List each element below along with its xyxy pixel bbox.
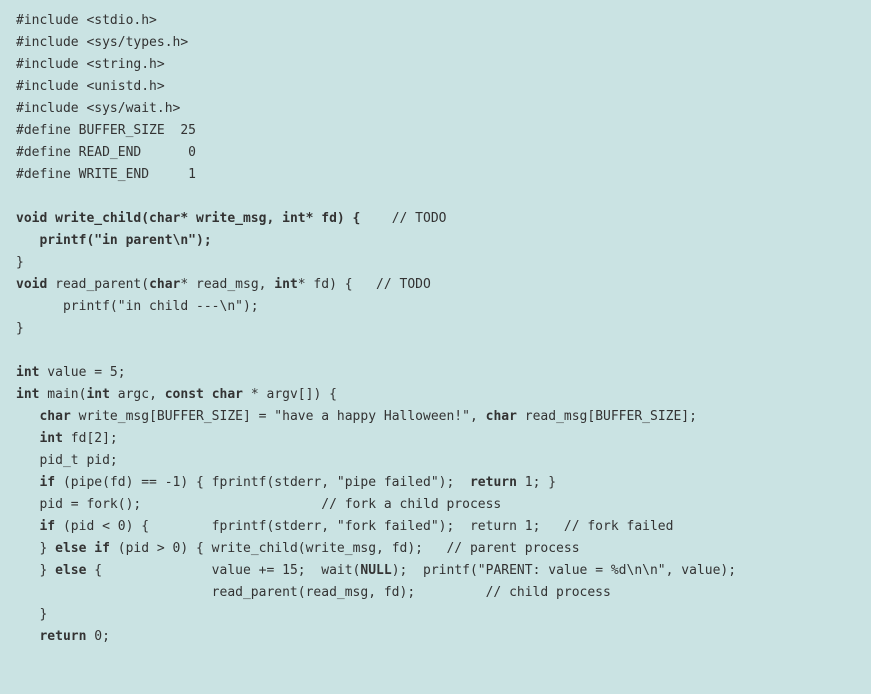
- code-line: #include <unistd.h>: [16, 79, 165, 94]
- keyword-if: if: [16, 475, 55, 490]
- code-text: * fd) { // TODO: [298, 277, 431, 292]
- function-decl: write_child(char* write_msg, int* fd) {: [47, 211, 360, 226]
- code-line: }: [16, 607, 47, 622]
- code-line: int value = 5;: [16, 365, 126, 380]
- keyword-if: if: [16, 519, 55, 534]
- code-line: read_parent(read_msg, fd); // child proc…: [16, 585, 611, 600]
- code-line: }: [16, 255, 24, 270]
- keyword-else: else: [55, 563, 86, 578]
- code-text: fd[2];: [63, 431, 118, 446]
- code-line: void read_parent(char* read_msg, int* fd…: [16, 277, 431, 292]
- code-line: } else if (pid > 0) { write_child(write_…: [16, 541, 580, 556]
- keyword-int: int: [16, 387, 39, 402]
- code-line: return 0;: [16, 629, 110, 644]
- code-text: }: [16, 541, 55, 556]
- keyword-char: char: [16, 409, 71, 424]
- code-text: (pipe(fd) == -1) { fprintf(stderr, "pipe…: [55, 475, 470, 490]
- code-line: void write_child(char* write_msg, int* f…: [16, 211, 446, 226]
- keyword-char: char: [486, 409, 517, 424]
- code-text: 0;: [86, 629, 109, 644]
- code-text: read_parent(: [47, 277, 149, 292]
- code-text: (pid < 0) { fprintf(stderr, "fork failed…: [55, 519, 673, 534]
- code-line: #define WRITE_END 1: [16, 167, 196, 182]
- keyword-null: NULL: [360, 563, 391, 578]
- code-line: #define READ_END 0: [16, 145, 196, 160]
- code-line: #include <string.h>: [16, 57, 165, 72]
- keyword-void: void: [16, 277, 47, 292]
- code-line: printf("in parent\n");: [16, 233, 212, 248]
- keyword-int: int: [86, 387, 109, 402]
- code-line: if (pipe(fd) == -1) { fprintf(stderr, "p…: [16, 475, 556, 490]
- code-text: (pid > 0) { write_child(write_msg, fd); …: [110, 541, 580, 556]
- code-line: pid_t pid;: [16, 453, 118, 468]
- code-line: } else { value += 15; wait(NULL); printf…: [16, 563, 736, 578]
- keyword-else-if: else if: [55, 541, 110, 556]
- code-text: 1; }: [517, 475, 556, 490]
- code-text: write_msg[BUFFER_SIZE] = "have a happy H…: [71, 409, 486, 424]
- code-text: }: [16, 563, 55, 578]
- keyword-char: char: [149, 277, 180, 292]
- code-line: int fd[2];: [16, 431, 118, 446]
- comment: // TODO: [360, 211, 446, 226]
- code-line: printf("in child ---\n");: [16, 299, 259, 314]
- code-line: pid = fork(); // fork a child process: [16, 497, 501, 512]
- code-text: * read_msg,: [180, 277, 274, 292]
- keyword-void: void: [16, 211, 47, 226]
- code-text: * argv[]) {: [243, 387, 337, 402]
- keyword-int: int: [16, 365, 39, 380]
- keyword-return: return: [470, 475, 517, 490]
- code-text: ); printf("PARENT: value = %d\n\n", valu…: [392, 563, 736, 578]
- code-block: #include <stdio.h> #include <sys/types.h…: [16, 10, 855, 648]
- code-line: int main(int argc, const char * argv[]) …: [16, 387, 337, 402]
- keyword-return: return: [16, 629, 86, 644]
- code-line: #define BUFFER_SIZE 25: [16, 123, 196, 138]
- code-text: { value += 15; wait(: [86, 563, 360, 578]
- code-text: value = 5;: [39, 365, 125, 380]
- code-line: char write_msg[BUFFER_SIZE] = "have a ha…: [16, 409, 697, 424]
- code-line: #include <sys/types.h>: [16, 35, 188, 50]
- code-text: read_msg[BUFFER_SIZE];: [517, 409, 697, 424]
- code-line: #include <stdio.h>: [16, 13, 157, 28]
- keyword-int: int: [16, 431, 63, 446]
- keyword-const-char: const char: [165, 387, 243, 402]
- code-text: main(: [39, 387, 86, 402]
- code-line: }: [16, 321, 24, 336]
- code-line: if (pid < 0) { fprintf(stderr, "fork fai…: [16, 519, 673, 534]
- keyword-int: int: [274, 277, 297, 292]
- code-line: #include <sys/wait.h>: [16, 101, 180, 116]
- code-text: argc,: [110, 387, 165, 402]
